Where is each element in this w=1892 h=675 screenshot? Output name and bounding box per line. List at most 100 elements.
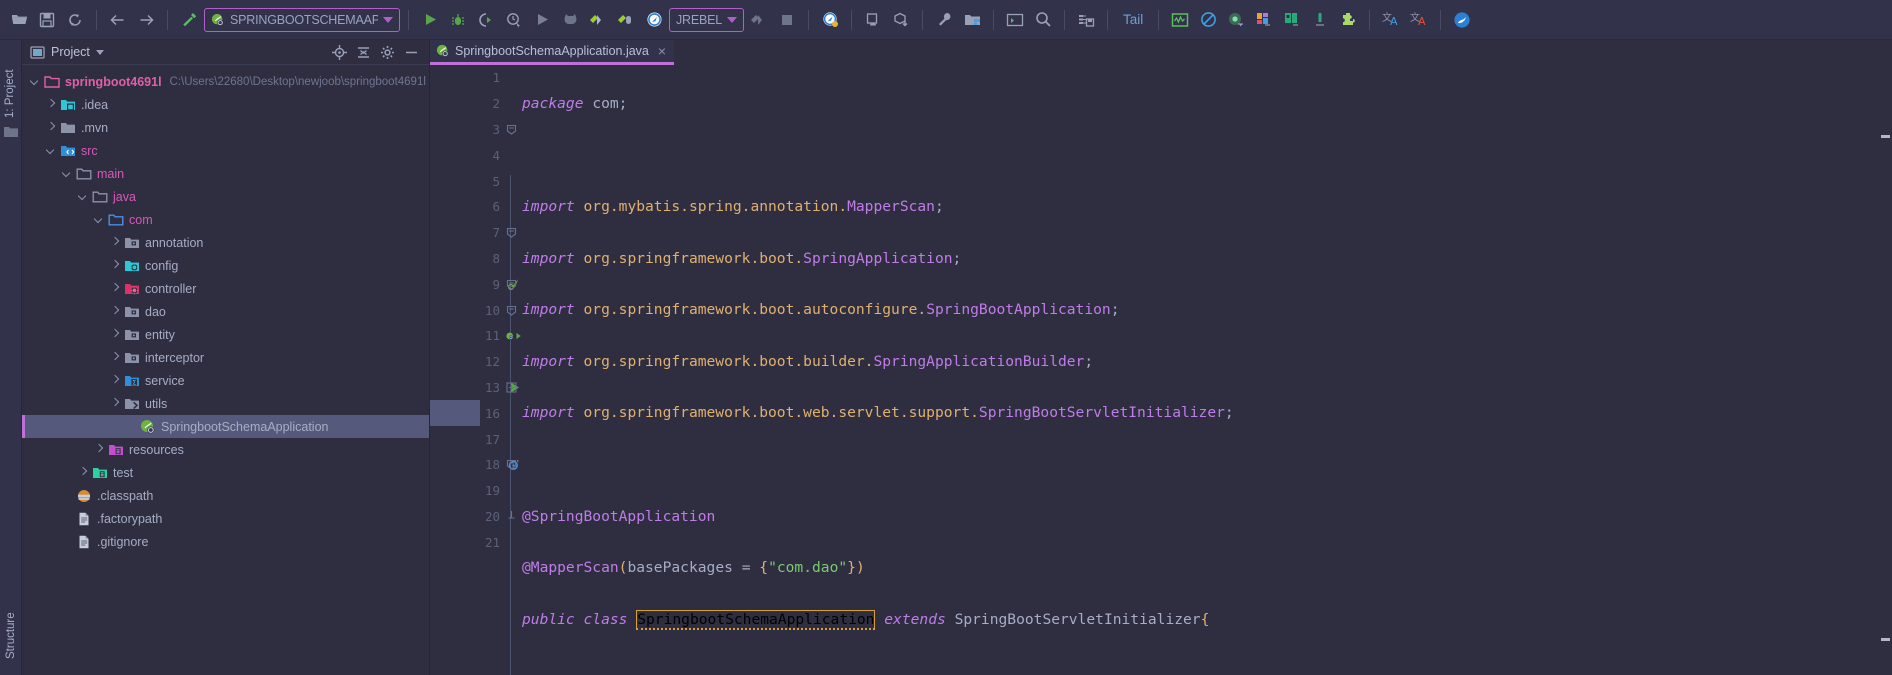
- code-editor[interactable]: 1 2 3 4 5 6 7 8 9 10 11 12 13 16 17 18 19 20 21 package co…: [430, 65, 1892, 675]
- chevron-down-icon[interactable]: [78, 191, 89, 202]
- jrebel-selector[interactable]: JREBEL: [669, 7, 745, 32]
- gutter-line[interactable]: 13: [430, 375, 519, 401]
- tree-item-springboot4691l[interactable]: springboot4691l C:\Users\22680\Desktop\ne…: [22, 70, 429, 93]
- jrebel-blue-icon[interactable]: [817, 7, 843, 33]
- tree-item-entity[interactable]: entity: [22, 323, 429, 346]
- chevron-right-icon[interactable]: [110, 260, 121, 271]
- tree-item-springbootschemaapplication[interactable]: SpringbootSchemaApplication: [22, 415, 429, 438]
- chevron-right-icon[interactable]: [110, 375, 121, 386]
- gutter-line[interactable]: 7: [430, 220, 504, 246]
- tree-item-factorypath[interactable]: .factorypath: [22, 507, 429, 530]
- record-icon[interactable]: [1223, 7, 1249, 33]
- code-content[interactable]: package com; import org.mybatis.spring.a…: [518, 65, 1892, 675]
- translate-red-icon[interactable]: 文A: [1406, 7, 1432, 33]
- fold-toggle[interactable]: [504, 297, 518, 323]
- chevron-right-icon[interactable]: [110, 398, 121, 409]
- run-gray-icon[interactable]: [529, 7, 555, 33]
- fold-toggle[interactable]: [504, 504, 518, 530]
- gutter-line[interactable]: 2: [430, 91, 504, 117]
- update-project-icon[interactable]: [860, 7, 886, 33]
- run-configuration-selector[interactable]: SPRINGBOOTSCHEMAAPPLICATION: [204, 7, 400, 32]
- tree-item-utils[interactable]: utils: [22, 392, 429, 415]
- settings-wrench-icon[interactable]: [931, 7, 957, 33]
- tree-item-test[interactable]: test: [22, 461, 429, 484]
- save-icon[interactable]: [34, 7, 60, 33]
- tree-item-src[interactable]: src: [22, 139, 429, 162]
- sync-icon[interactable]: [62, 7, 88, 33]
- jrebel-monitor-icon[interactable]: [641, 7, 667, 33]
- database-save-icon[interactable]: [1073, 7, 1099, 33]
- profile-icon[interactable]: [501, 7, 527, 33]
- tree-item-annotation[interactable]: annotation: [22, 231, 429, 254]
- chevron-down-icon[interactable]: [95, 49, 104, 55]
- fold-toggle[interactable]: [504, 271, 518, 297]
- chevron-right-icon[interactable]: [110, 237, 121, 248]
- gutter-line[interactable]: 11: [430, 323, 521, 349]
- search-everywhere-icon[interactable]: [1030, 7, 1056, 33]
- layout-green-icon[interactable]: [1279, 7, 1305, 33]
- tree-item-service[interactable]: Σservice: [22, 369, 429, 392]
- browser-icon[interactable]: [1449, 7, 1475, 33]
- stop-icon[interactable]: [774, 7, 800, 33]
- editor-marker-rail[interactable]: [1878, 65, 1892, 675]
- chevron-right-icon[interactable]: [94, 444, 105, 455]
- tree-item-main[interactable]: main: [22, 162, 429, 185]
- project-tool-window-label[interactable]: 1: Project: [4, 66, 16, 118]
- cat-icon[interactable]: [557, 7, 583, 33]
- tree-item-classpath[interactable]: .classpath: [22, 484, 429, 507]
- gutter-line[interactable]: 12: [430, 349, 504, 375]
- tree-item-dao[interactable]: dao: [22, 300, 429, 323]
- gutter-line[interactable]: 17: [430, 426, 504, 452]
- build-hammer-icon[interactable]: [176, 7, 202, 33]
- terminal-icon[interactable]: [1002, 7, 1028, 33]
- tree-item-resources[interactable]: resources: [22, 438, 429, 461]
- hide-icon[interactable]: [404, 45, 419, 60]
- project-structure-icon[interactable]: [959, 7, 985, 33]
- gutter-line[interactable]: 3: [430, 117, 504, 143]
- chevron-down-icon[interactable]: [46, 145, 57, 156]
- tree-item-gitignore[interactable]: .gitignore: [22, 530, 429, 553]
- close-icon[interactable]: ×: [658, 44, 666, 58]
- gutter-line[interactable]: 5: [430, 168, 504, 194]
- chevron-right-icon[interactable]: [46, 122, 57, 133]
- chevron-down-icon[interactable]: [62, 168, 73, 179]
- debug-icon[interactable]: [445, 7, 471, 33]
- gutter-line[interactable]: 16: [430, 400, 504, 426]
- project-tree[interactable]: springboot4691l C:\Users\22680\Desktop\ne…: [22, 65, 429, 675]
- no-entry-icon[interactable]: [1195, 7, 1221, 33]
- chevron-right-icon[interactable]: [46, 99, 57, 110]
- fold-toggle[interactable]: [504, 220, 518, 246]
- info-icon[interactable]: [1307, 7, 1333, 33]
- chevron-right-icon[interactable]: [78, 467, 89, 478]
- layout-colors-icon[interactable]: [1251, 7, 1277, 33]
- tree-item-java[interactable]: java: [22, 185, 429, 208]
- tab-springboot-schema-application[interactable]: SpringbootSchemaApplication.java ×: [430, 40, 675, 65]
- gutter-line[interactable]: 21: [430, 529, 504, 555]
- chevron-down-icon[interactable]: [727, 16, 738, 23]
- chevron-down-icon[interactable]: [94, 214, 105, 225]
- gutter-line[interactable]: 20: [430, 504, 504, 530]
- jrebel-run-icon[interactable]: [585, 7, 611, 33]
- run-icon[interactable]: [417, 7, 443, 33]
- tree-item-interceptor[interactable]: interceptor: [22, 346, 429, 369]
- collapse-all-icon[interactable]: [356, 45, 371, 60]
- gutter-line[interactable]: 1: [430, 65, 504, 91]
- translate-blue-icon[interactable]: 文A: [1378, 7, 1404, 33]
- gutter-line[interactable]: 9: [430, 271, 518, 297]
- cat-gray-icon[interactable]: [746, 7, 772, 33]
- chevron-down-icon[interactable]: [30, 76, 41, 87]
- gutter-line[interactable]: 19: [430, 478, 504, 504]
- settings-gear-icon[interactable]: [380, 45, 395, 60]
- tree-item-mvn[interactable]: .mvn: [22, 116, 429, 139]
- chevron-right-icon[interactable]: [110, 352, 121, 363]
- tree-item-idea[interactable]: .idea: [22, 93, 429, 116]
- folder-icon[interactable]: [4, 126, 18, 138]
- back-arrow-icon[interactable]: [105, 7, 131, 33]
- chevron-right-icon[interactable]: [110, 283, 121, 294]
- run-with-coverage-icon[interactable]: [473, 7, 499, 33]
- gutter-line[interactable]: 4: [430, 142, 504, 168]
- editor-gutter[interactable]: 1 2 3 4 5 6 7 8 9 10 11 12 13 16 17 18 19 20 21: [430, 65, 521, 675]
- tail-button[interactable]: Tail: [1116, 12, 1150, 27]
- fold-toggle[interactable]: [504, 452, 518, 478]
- tree-item-config[interactable]: config: [22, 254, 429, 277]
